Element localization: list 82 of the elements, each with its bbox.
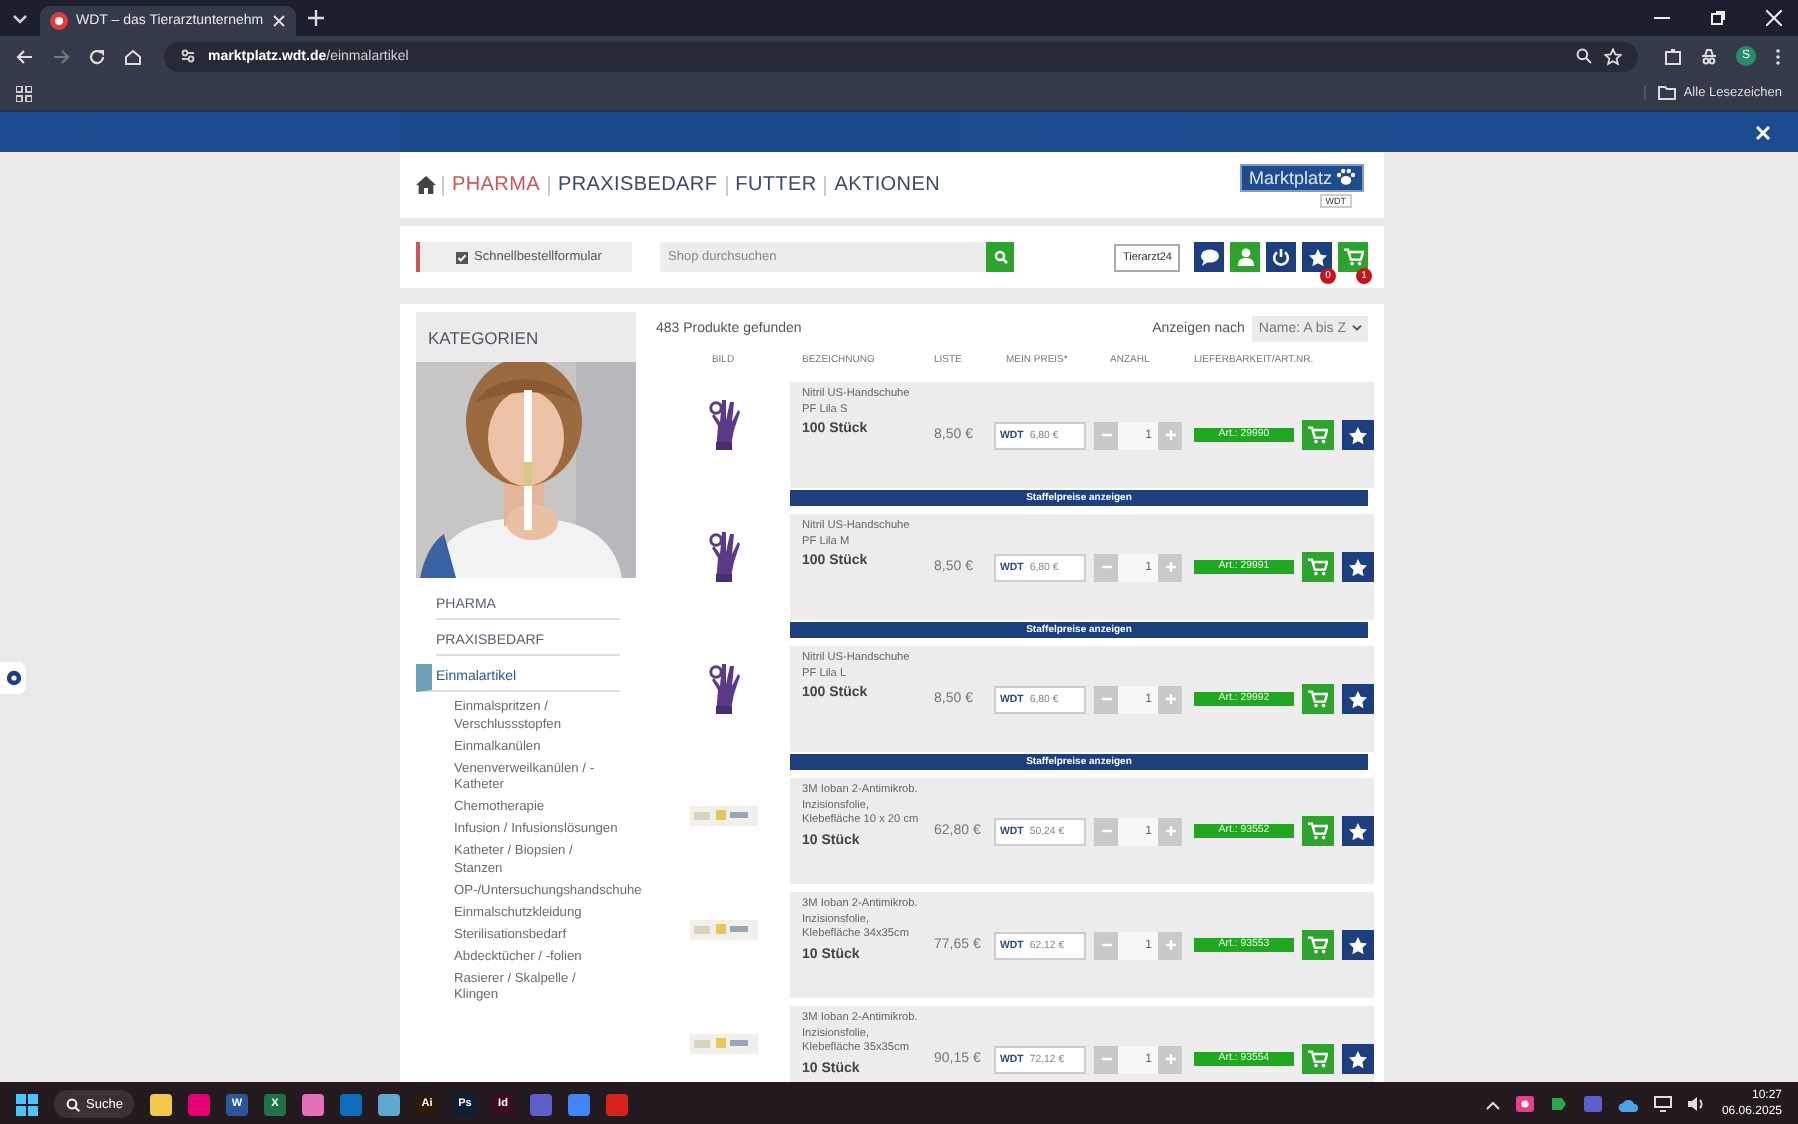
chevron-icon [1352,324,1362,332]
star-icon [1348,557,1368,577]
menu-icon[interactable] [1774,47,1782,65]
cloud-icon[interactable] [1617,1097,1638,1111]
power-icon [1272,248,1290,266]
plus-icon [1165,694,1175,704]
app-icon[interactable] [302,1093,324,1115]
favorite-button[interactable] [1342,420,1374,450]
folder-icon [1657,86,1676,100]
reload-icon[interactable] [88,47,106,65]
app-icon[interactable] [568,1093,590,1115]
plus-icon [1165,940,1175,950]
home-icon[interactable] [416,176,436,194]
restore-icon[interactable] [1710,10,1726,26]
volume-icon[interactable] [1687,1096,1706,1112]
close-icon[interactable] [272,14,286,28]
favorite-button[interactable] [1342,816,1374,846]
cart-icon [1308,558,1328,576]
checkbox-icon [456,251,468,263]
minus-icon [1101,1054,1111,1064]
favorite-button[interactable] [1342,552,1374,582]
apps-grid-icon[interactable] [16,85,32,101]
chat-button[interactable] [1194,242,1224,272]
network-icon[interactable] [1653,1096,1672,1112]
paw-icon [1336,168,1356,186]
back-icon[interactable] [16,47,34,65]
cart-icon [1308,1050,1328,1068]
favicon-icon [50,12,68,30]
sidebar-heading: KATEGORIEN [416,312,636,362]
circle-icon [5,670,21,686]
extensions-icon[interactable] [1664,47,1682,65]
tray-icon[interactable] [1515,1096,1534,1112]
search-button[interactable] [986,242,1014,272]
star-icon [1348,821,1368,841]
star-icon [1348,1049,1368,1069]
favorite-button[interactable] [1342,1044,1374,1074]
cart-button[interactable] [1338,242,1368,272]
cart-icon [1308,426,1328,444]
home-icon[interactable] [124,47,142,65]
nav-link[interactable]: FUTTER [725,175,825,195]
cart-icon [1308,822,1328,840]
plus-icon [1165,562,1175,572]
bookmark-star-icon[interactable] [1604,47,1622,65]
start-icon[interactable] [16,1093,38,1115]
site-info-icon[interactable] [180,48,196,64]
minus-icon [1101,430,1111,440]
star-icon [1348,689,1368,709]
star-icon [1348,425,1368,445]
cart-icon [1308,936,1328,954]
cart-icon [1308,690,1328,708]
favorite-button[interactable] [1342,930,1374,960]
new-tab-icon[interactable] [308,10,324,26]
favorite-button[interactable] [1342,684,1374,714]
star-icon [1307,247,1327,267]
forward-icon[interactable] [52,47,70,65]
plus-icon [1165,1054,1175,1064]
app-icon[interactable] [378,1093,400,1115]
logout-button[interactable] [1266,242,1296,272]
search-icon [993,250,1007,264]
incognito-icon[interactable] [1700,47,1718,65]
cart-icon [1343,248,1363,266]
chat-icon [1199,248,1219,266]
plus-icon [1165,826,1175,836]
minus-icon [1101,826,1111,836]
minus-icon [1101,940,1111,950]
side-tab[interactable] [0,662,26,694]
star-icon [1348,935,1368,955]
tab-list-icon[interactable] [12,10,28,26]
app-icon[interactable] [150,1093,172,1115]
plus-icon [1165,430,1175,440]
zoom-icon[interactable] [1576,48,1592,64]
favorites-button[interactable] [1302,242,1332,272]
search-icon [66,1097,80,1111]
close-icon[interactable] [1766,10,1782,26]
chevron-up-icon[interactable] [1485,1099,1500,1109]
nav-link[interactable]: PRAXISBEDARF [547,175,726,195]
nav-link[interactable]: AKTIONEN [824,175,948,195]
marketplace-logo[interactable]: Marktplatz [1240,163,1364,191]
user-icon [1237,248,1253,266]
nav-link[interactable]: PHARMA [442,175,548,195]
minus-icon [1101,562,1111,572]
minus-icon [1101,694,1111,704]
